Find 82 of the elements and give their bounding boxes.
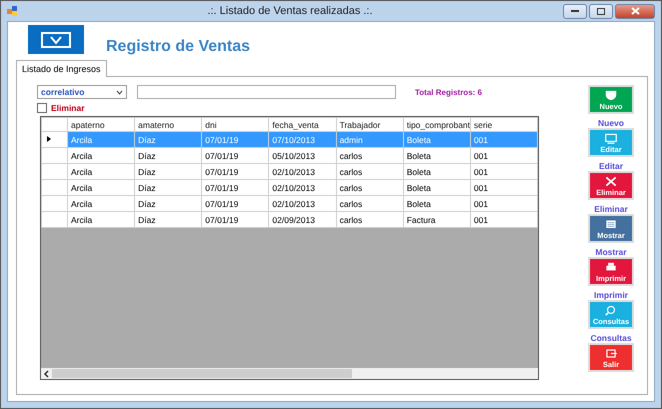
close-button[interactable]: [615, 4, 655, 18]
table-cell: 07/01/19: [202, 148, 269, 164]
column-header[interactable]: serie: [470, 118, 538, 132]
table-cell: 02/10/2013: [268, 180, 336, 196]
minimize-icon: [571, 10, 579, 12]
button-label: Editar: [598, 161, 624, 171]
checkbox-label: Eliminar: [51, 103, 85, 113]
cross-icon: [604, 174, 618, 188]
document-icon: [604, 218, 618, 230]
table-cell: 05/10/2013: [268, 148, 336, 164]
minimize-button[interactable]: [563, 4, 587, 18]
button-label: Imprimir: [594, 290, 628, 300]
checkbox[interactable]: [37, 103, 47, 113]
row-pointer-icon: [45, 134, 53, 142]
column-header[interactable]: dni: [202, 118, 269, 132]
table-cell: Díaz: [134, 148, 202, 164]
table-cell: Arcila: [68, 212, 135, 228]
table-cell: 001: [470, 212, 538, 228]
magnifier-icon: [604, 304, 618, 316]
table-cell: Arcila: [68, 148, 135, 164]
table-cell: carlos: [336, 212, 404, 228]
caret-icon: [116, 90, 123, 94]
column-header[interactable]: fecha_venta: [268, 118, 336, 132]
table-cell: Arcila: [68, 132, 135, 148]
table-cell: 001: [470, 132, 538, 148]
button-label: Mostrar: [595, 247, 627, 257]
table-cell: Díaz: [134, 196, 202, 212]
maximize-button[interactable]: [589, 4, 613, 18]
printer-icon: [604, 260, 618, 274]
table-cell: Arcila: [68, 196, 135, 212]
table-cell: carlos: [336, 164, 404, 180]
table-cell: 07/01/19: [202, 132, 269, 148]
scroll-left-icon[interactable]: [43, 370, 49, 378]
table-cell: Díaz: [134, 132, 202, 148]
logo-icon: [28, 25, 84, 54]
app-icon: [7, 6, 17, 16]
table-cell: Díaz: [134, 164, 202, 180]
monitor-icon: [604, 132, 618, 144]
table-cell: carlos: [336, 148, 404, 164]
table-cell: Factura: [403, 212, 470, 228]
table-cell: 001: [470, 196, 538, 212]
table-cell: 02/09/2013: [268, 212, 336, 228]
tab[interactable]: Listado de Ingresos: [16, 60, 107, 77]
close-icon: [630, 7, 640, 15]
table-cell: 001: [470, 164, 538, 180]
table-cell: 07/01/19: [202, 212, 269, 228]
table-cell: Boleta: [403, 164, 470, 180]
table-cell: carlos: [336, 196, 404, 212]
table-cell: Díaz: [134, 212, 202, 228]
page-title: Registro de Ventas: [106, 38, 250, 56]
table-cell: Díaz: [134, 180, 202, 196]
column-header[interactable]: apaterno: [68, 118, 135, 132]
table-cell: 02/10/2013: [268, 164, 336, 180]
total-count: Total Registros: 6: [415, 88, 482, 96]
field-dropdown[interactable]: correlativo: [37, 85, 127, 99]
table-cell: Arcila: [68, 180, 135, 196]
button-label: Consultas: [590, 333, 632, 343]
table-cell: 001: [470, 180, 538, 196]
column-header[interactable]: Trabajador: [336, 118, 404, 132]
table-cell: Boleta: [403, 148, 470, 164]
search-field[interactable]: [137, 85, 396, 99]
scrollbar-thumb[interactable]: [52, 369, 352, 378]
button-label: Eliminar: [594, 204, 628, 214]
table-cell: 07/01/19: [202, 196, 269, 212]
table-cell: 02/10/2013: [268, 196, 336, 212]
shield-icon: [604, 88, 618, 102]
table-cell: admin: [336, 132, 404, 148]
table-cell: 07/01/19: [202, 164, 269, 180]
table-cell: Boleta: [403, 196, 470, 212]
button-label: Nuevo: [598, 118, 624, 128]
table-cell: 07/01/19: [202, 180, 269, 196]
row-header[interactable]: [42, 132, 68, 148]
table-cell: 001: [470, 148, 538, 164]
maximize-icon: [597, 8, 605, 14]
table-cell: Boleta: [403, 180, 470, 196]
table-cell: Boleta: [403, 132, 470, 148]
window-title: .:. Listado de Ventas realizadas .:.: [206, 5, 374, 17]
table-cell: 07/10/2013: [268, 132, 336, 148]
table-cell: Arcila: [68, 164, 135, 180]
exit-icon: [604, 346, 618, 360]
table-cell: carlos: [336, 180, 404, 196]
column-header[interactable]: amaterno: [134, 118, 202, 132]
